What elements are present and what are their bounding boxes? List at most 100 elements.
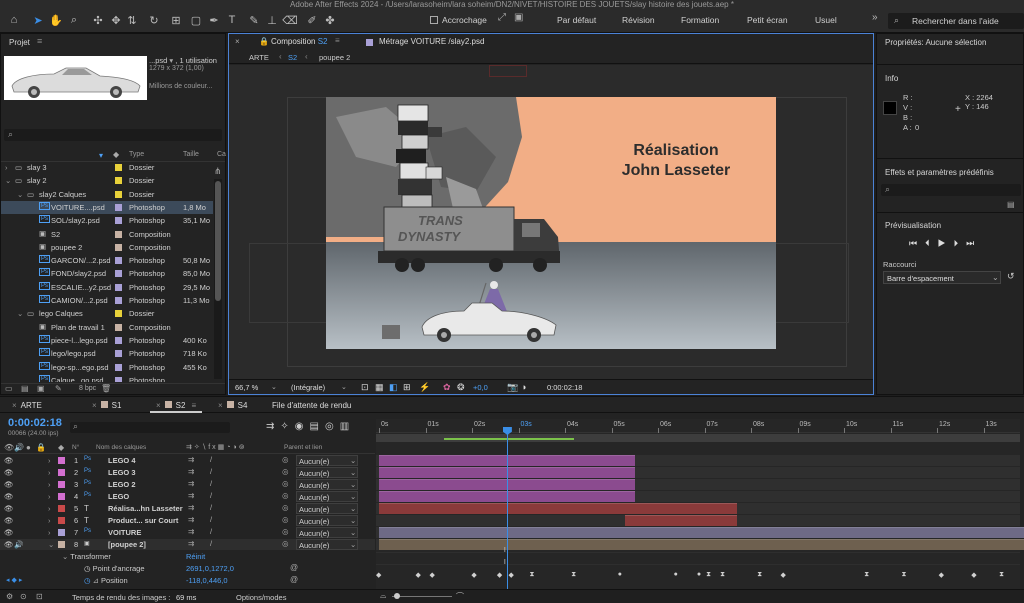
zoom-tool-icon[interactable]: ⌕ bbox=[66, 12, 82, 28]
label-color[interactable] bbox=[115, 230, 122, 238]
tab-menu-icon[interactable]: ≡ bbox=[335, 36, 340, 45]
last-frame-icon[interactable]: ⏭ bbox=[966, 238, 982, 248]
pick-whip-icon[interactable]: ◎ bbox=[282, 455, 289, 464]
shy-switch-icon[interactable]: ⇉ bbox=[188, 515, 194, 524]
layer-duration-bar[interactable] bbox=[379, 503, 738, 514]
label-color[interactable] bbox=[58, 457, 65, 464]
label-color[interactable] bbox=[115, 297, 122, 304]
chevron-right-icon[interactable]: › bbox=[48, 504, 51, 513]
shy-switch-icon[interactable]: ⇉ bbox=[188, 479, 194, 488]
keyframe[interactable]: ⧗ bbox=[706, 571, 711, 579]
stopwatch-icon[interactable]: ◷ bbox=[84, 576, 91, 585]
keyframe[interactable]: I bbox=[504, 547, 506, 554]
label-color[interactable] bbox=[58, 529, 65, 536]
rectangle-tool-icon[interactable]: ▢ bbox=[188, 12, 204, 28]
project-item[interactable]: Ps piece-l...lego.psd Photoshop 400 Ko bbox=[1, 334, 213, 347]
label-color[interactable] bbox=[115, 376, 122, 382]
eye-icon[interactable]: 👁 bbox=[4, 492, 14, 501]
safe-margins-icon[interactable]: ⊞ bbox=[403, 382, 411, 393]
project-item[interactable]: Ps GARCON/...2.psd Photoshop 50,8 Mo bbox=[1, 254, 213, 267]
next-keyframe-icon[interactable]: ▸ bbox=[19, 577, 23, 584]
label-color[interactable] bbox=[58, 469, 65, 476]
label-color[interactable] bbox=[115, 310, 122, 318]
flowchart-icon[interactable]: ⋔ bbox=[214, 166, 222, 177]
layer-row[interactable]: 👁 › 3 Ps LEGO 2 ⇉ / ◎ Aucun(e) ⌄ bbox=[0, 479, 375, 490]
type-tool-icon[interactable]: T bbox=[224, 12, 240, 28]
graph-editor-icon[interactable]: ▥ bbox=[340, 421, 355, 432]
quality-switch-icon[interactable]: / bbox=[210, 527, 212, 536]
graph-icon[interactable]: ⊿ bbox=[93, 576, 99, 585]
project-item[interactable]: Ps SOL/slay2.psd Photoshop 35,1 Mo bbox=[1, 214, 213, 227]
viewer-timecode[interactable]: 0:00:02:18 bbox=[547, 383, 582, 392]
tab-s2[interactable]: × S2 ≡ bbox=[150, 397, 203, 413]
label-color[interactable] bbox=[58, 541, 65, 548]
snap-options-icon[interactable]: ⤢ bbox=[498, 12, 506, 23]
layer-row[interactable]: 👁 🔊 ⌄ 8 ▣ [poupee 2] ⇉ / ◎ Aucun(e) ⌄ bbox=[0, 539, 375, 550]
project-item[interactable]: ▣ poupee 2 Composition bbox=[1, 241, 213, 254]
chevron-left-icon[interactable]: ‹ bbox=[305, 52, 308, 61]
orbit-tool-icon[interactable]: ✣ bbox=[90, 12, 106, 28]
timeline-zoom-slider[interactable] bbox=[392, 596, 452, 597]
current-time[interactable]: 0:00:02:18 bbox=[8, 417, 62, 429]
comp-flowchart-icon[interactable]: ⇉ bbox=[266, 421, 280, 432]
chevron-right-icon[interactable]: › bbox=[48, 516, 51, 525]
project-item[interactable]: ▣ Plan de travail 1 Composition bbox=[1, 321, 213, 334]
chevron-down-icon[interactable]: ⌄ bbox=[48, 540, 54, 549]
toggle-modes-icon[interactable]: ⊙ bbox=[20, 592, 27, 601]
eye-icon[interactable]: 👁 bbox=[4, 540, 14, 549]
parent-dropdown[interactable]: Aucun(e) ⌄ bbox=[296, 503, 358, 514]
keyframe[interactable]: ◆ bbox=[429, 571, 434, 579]
shy-switch-icon[interactable]: ⇉ bbox=[188, 503, 194, 512]
next-frame-icon[interactable]: ⏵ bbox=[954, 238, 967, 248]
keyframe[interactable]: ◆ bbox=[509, 571, 514, 579]
project-item[interactable]: Ps ESCALIE...y2.psd Photoshop 29,5 Mo bbox=[1, 281, 213, 294]
chevron-right-icon[interactable]: › bbox=[48, 456, 51, 465]
eye-icon[interactable]: 👁 bbox=[4, 456, 14, 465]
chevron-right-icon[interactable]: › bbox=[48, 468, 51, 477]
eye-icon[interactable]: 👁 bbox=[4, 480, 14, 489]
layer-duration-bar[interactable] bbox=[379, 527, 1024, 538]
render-queue-tab[interactable]: File d'attente de rendu bbox=[272, 401, 351, 410]
project-item[interactable]: ⌄ ▭ slay2 Calques Dossier bbox=[1, 188, 213, 201]
chevron-down-icon[interactable]: ⌄ bbox=[17, 309, 23, 318]
label-color[interactable] bbox=[115, 323, 122, 331]
keyframe[interactable]: ⧗ bbox=[864, 571, 869, 579]
project-item[interactable]: ⌄ ▭ lego Calques Dossier bbox=[1, 307, 213, 320]
dolly-tool-icon[interactable]: ⇅ bbox=[124, 12, 140, 28]
resolution-dropdown[interactable]: (Intégrale) bbox=[291, 383, 325, 392]
pick-whip-icon[interactable]: ◎ bbox=[282, 491, 289, 500]
chevron-right-icon[interactable]: › bbox=[48, 480, 51, 489]
pan-behind-tool-icon[interactable]: ⊞ bbox=[168, 12, 184, 28]
chevron-down-icon[interactable]: ⌄ bbox=[5, 176, 11, 185]
zoom-out-icon[interactable]: ⌓ bbox=[380, 591, 386, 601]
audio-icon[interactable]: 🔊 bbox=[14, 540, 23, 549]
eye-icon[interactable]: 👁 bbox=[4, 516, 14, 525]
roto-brush-tool-icon[interactable]: ✐ bbox=[304, 12, 320, 28]
region-of-interest-icon[interactable]: ⊡ bbox=[361, 382, 369, 393]
project-scrollbar[interactable] bbox=[214, 179, 222, 379]
workspace-3[interactable]: Petit écran bbox=[747, 15, 788, 25]
frame-blending-icon[interactable]: ▤ bbox=[310, 421, 325, 432]
tab-s1[interactable]: × S1 bbox=[86, 397, 127, 413]
pick-whip-icon[interactable]: ◎ bbox=[282, 467, 289, 476]
keyframe[interactable]: ◆ bbox=[471, 571, 476, 579]
transform-group[interactable]: ⌄ Transformer bbox=[62, 552, 111, 561]
project-item[interactable]: Ps Calque...go.psd Photoshop bbox=[1, 374, 213, 382]
close-tab-icon[interactable]: × bbox=[12, 401, 17, 410]
layer-row[interactable]: 👁 › 2 Ps LEGO 3 ⇉ / ◎ Aucun(e) ⌄ bbox=[0, 467, 375, 478]
workspace-0[interactable]: Par défaut bbox=[557, 15, 596, 25]
toggle-in-out-icon[interactable]: ⊡ bbox=[36, 592, 43, 601]
shy-switch-icon[interactable]: ⇉ bbox=[188, 455, 194, 464]
bit-depth-label[interactable]: 8 bpc bbox=[79, 385, 96, 392]
toggle-switches-icon[interactable]: ⚙ bbox=[6, 592, 13, 601]
project-item[interactable]: Ps lego/lego.psd Photoshop 718 Ko bbox=[1, 347, 213, 360]
shy-switch-icon[interactable]: ⇉ bbox=[188, 527, 194, 536]
eraser-tool-icon[interactable]: ⌫ bbox=[282, 12, 298, 28]
parent-dropdown[interactable]: Aucun(e) ⌄ bbox=[296, 491, 358, 502]
quality-switch-icon[interactable]: / bbox=[210, 467, 212, 476]
size-column-header[interactable]: Taille bbox=[183, 151, 199, 158]
clone-stamp-tool-icon[interactable]: ⊥ bbox=[264, 12, 280, 28]
tab-footage[interactable]: Métrage VOITURE /slay2.psd bbox=[379, 37, 484, 46]
label-color[interactable] bbox=[115, 257, 122, 265]
keyframe[interactable]: ◆ bbox=[939, 571, 944, 579]
